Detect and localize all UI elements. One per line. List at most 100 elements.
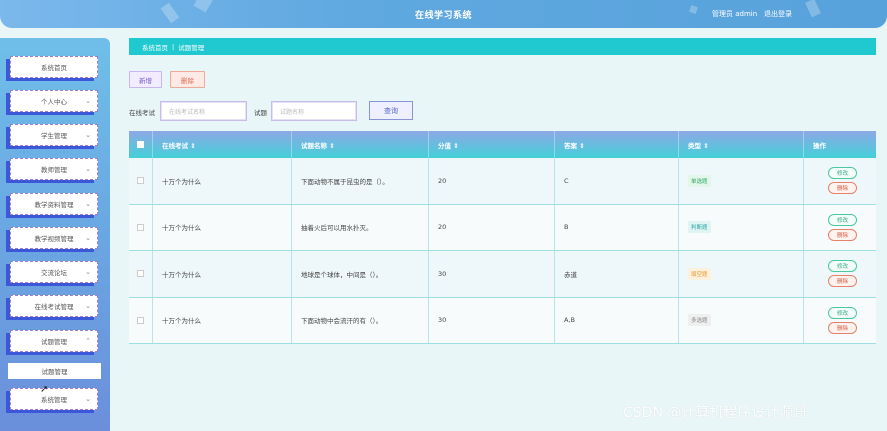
table-row: 十万个为什么 下面动物不属于昆虫的是（）。 20 C 单选题 修改删除 <box>129 158 876 205</box>
row-delete-button[interactable]: 删除 <box>828 228 857 241</box>
edit-button[interactable]: 修改 <box>828 306 857 319</box>
column-header-question[interactable]: 试题名称 ⇕ <box>292 131 429 158</box>
breadcrumb-current: 试题管理 <box>178 43 205 52</box>
column-header-type[interactable]: 类型 ⇕ <box>679 131 804 158</box>
chevron-icon: ⌄ <box>85 200 91 208</box>
chevron-icon: ⌃ <box>85 337 91 345</box>
chevron-icon: ⌄ <box>85 131 91 139</box>
cell-type: 填空题 <box>679 251 804 297</box>
cell-actions: 修改 删除 <box>804 158 876 204</box>
column-header-score[interactable]: 分值 ⇕ <box>429 131 555 158</box>
sidebar-item-label: 教学视频管理 <box>34 235 74 243</box>
sidebar-item[interactable]: 教学视频管理 ⌄ <box>10 227 98 249</box>
delete-button[interactable]: 删除 <box>170 71 205 88</box>
cell-type: 判断题 <box>679 204 804 250</box>
table-row: 十万个为什么 地球是个球体，中间是（）。 30 赤道 填空题 修改删除 <box>129 251 876 298</box>
sidebar-item-label: 教师管理 <box>41 166 67 174</box>
chevron-icon: ⌄ <box>85 165 91 173</box>
sidebar-item[interactable]: 在线考试管理 ⌄ <box>10 295 98 317</box>
chevron-icon: ⌄ <box>85 97 91 105</box>
question-search-input[interactable]: 试题名称 <box>271 101 357 121</box>
checkbox-icon[interactable] <box>137 141 144 148</box>
cell-actions: 修改 删除 <box>804 205 876 251</box>
cell-exam: 十万个为什么 <box>153 297 292 343</box>
edit-button[interactable]: 修改 <box>828 167 857 180</box>
row-checkbox-cell[interactable] <box>129 158 153 204</box>
table-row: 十万个为什么 下面动物中会流汗的有（）。 30 A,B 多选题 修改 删除 <box>129 297 876 344</box>
sidebar-item-label: 学生管理 <box>41 132 67 140</box>
logout-link[interactable]: 退出登录 <box>764 9 792 19</box>
cell-question: 抽着火后可以用水扑灭。 <box>292 204 429 250</box>
cell-score: 20 <box>429 158 555 204</box>
watermark: CSDN @计算机程序设计源哥 <box>623 405 808 421</box>
type-badge: 填空题 <box>688 267 711 280</box>
column-header-answer[interactable]: 答案 ⇕ <box>555 131 679 158</box>
row-delete-button[interactable]: 删除 <box>828 182 857 195</box>
cell-answer: 赤道 <box>555 251 679 297</box>
cell-exam: 十万个为什么 <box>153 158 292 204</box>
cell-answer: C <box>555 158 679 204</box>
sidebar-item-label: 在线考试管理 <box>34 303 74 311</box>
sidebar-item[interactable]: 试题管理 ⌃ <box>10 330 98 352</box>
table-header: 在线考试 ⇕ 试题名称 ⇕ 分值 ⇕ 答案 ⇕ 类型 ⇕ 操作 <box>129 131 876 158</box>
sidebar-item[interactable]: 系统首页 <box>10 56 98 78</box>
edit-button[interactable]: 修改 <box>828 213 857 226</box>
sidebar-item[interactable]: 系统管理 ⌄ <box>10 388 98 410</box>
cell-question: 地球是个球体，中间是（）。 <box>292 251 429 297</box>
cell-actions: 修改 删除 <box>804 251 876 297</box>
row-delete-button[interactable]: 删除 <box>828 275 857 288</box>
select-all-checkbox[interactable] <box>129 131 153 158</box>
table-row: 十万个为什么 抽着火后可以用水扑灭。 20 B 判断题 修改 删除 <box>129 204 876 251</box>
sidebar-item[interactable]: 个人中心 ⌄ <box>10 90 98 112</box>
cell-score: 20 <box>429 204 555 250</box>
cell-question: 下面动物不属于昆虫的是（）。 <box>292 158 429 204</box>
mouse-cursor-icon: ➚ <box>40 384 49 395</box>
exam-search-label: 在线考试 <box>129 109 155 117</box>
question-search-label: 试题 <box>254 109 267 117</box>
type-badge: 判断题 <box>688 221 711 234</box>
column-header-exam[interactable]: 在线考试 ⇕ <box>153 131 292 158</box>
sidebar-subitem[interactable]: 试题管理 <box>8 363 101 379</box>
checkbox-icon[interactable] <box>137 223 144 231</box>
column-header-actions: 操作 <box>813 141 826 150</box>
cell-answer: B <box>555 204 679 250</box>
checkbox-icon[interactable] <box>137 270 144 278</box>
cell-type: 多选题 <box>679 297 804 343</box>
row-delete-button[interactable]: 删除 <box>828 321 857 334</box>
sidebar-item[interactable]: 交流论坛 ⌄ <box>10 261 98 283</box>
chevron-icon: ⌄ <box>85 395 91 403</box>
breadcrumb-home[interactable]: 系统首页 <box>142 42 168 52</box>
cell-type: 单选题 <box>679 158 804 204</box>
row-checkbox-cell[interactable] <box>129 297 153 343</box>
table-body: 十万个为什么 下面动物不属于昆虫的是（）。 20 C 单选题 修改 删除 十万个为什么 抽着火后… <box>129 158 876 344</box>
exam-search-input[interactable]: 在线考试名称 <box>160 101 247 121</box>
sidebar-item-label: 系统管理 <box>41 396 67 404</box>
type-badge: 多选题 <box>688 314 711 327</box>
cell-answer: A,B <box>555 297 679 343</box>
checkbox-icon[interactable] <box>137 177 144 185</box>
breadcrumb: 系统首页 | 试题管理 <box>129 38 876 55</box>
questions-table: 在线考试 ⇕ 试题名称 ⇕ 分值 ⇕ 答案 ⇕ 类型 ⇕ 操作 十万个为什么 下面… <box>129 131 876 344</box>
cell-score: 30 <box>429 251 555 297</box>
sidebar-item[interactable]: 教学资料管理 ⌄ <box>10 193 98 215</box>
type-badge: 单选题 <box>688 174 711 187</box>
row-checkbox-cell[interactable] <box>129 204 153 250</box>
sidebar-item[interactable]: 学生管理 ⌄ <box>10 124 98 146</box>
add-button[interactable]: 新增 <box>129 71 162 88</box>
user-label: 管理员 admin <box>712 10 758 18</box>
sidebar-item-label: 试题管理 <box>41 338 67 346</box>
sidebar-item-label: 个人中心 <box>41 98 67 106</box>
sidebar-item-label: 交流论坛 <box>41 269 67 277</box>
cell-actions: 修改 删除 <box>804 298 876 344</box>
edit-button[interactable]: 修改 <box>828 260 857 273</box>
checkbox-icon[interactable] <box>137 316 144 324</box>
sidebar-item[interactable]: 教师管理 ⌄ <box>10 158 98 180</box>
row-checkbox-cell[interactable] <box>129 251 153 297</box>
breadcrumb-separator: | <box>172 42 175 51</box>
sidebar-item-label: 系统首页 <box>41 64 67 72</box>
query-button[interactable]: 查询 <box>369 101 413 120</box>
top-header: 在线学习系统 管理员 admin 退出登录 <box>0 0 887 28</box>
chevron-icon: ⌄ <box>85 302 91 310</box>
chevron-icon: ⌄ <box>85 234 91 242</box>
cell-exam: 十万个为什么 <box>153 251 292 297</box>
